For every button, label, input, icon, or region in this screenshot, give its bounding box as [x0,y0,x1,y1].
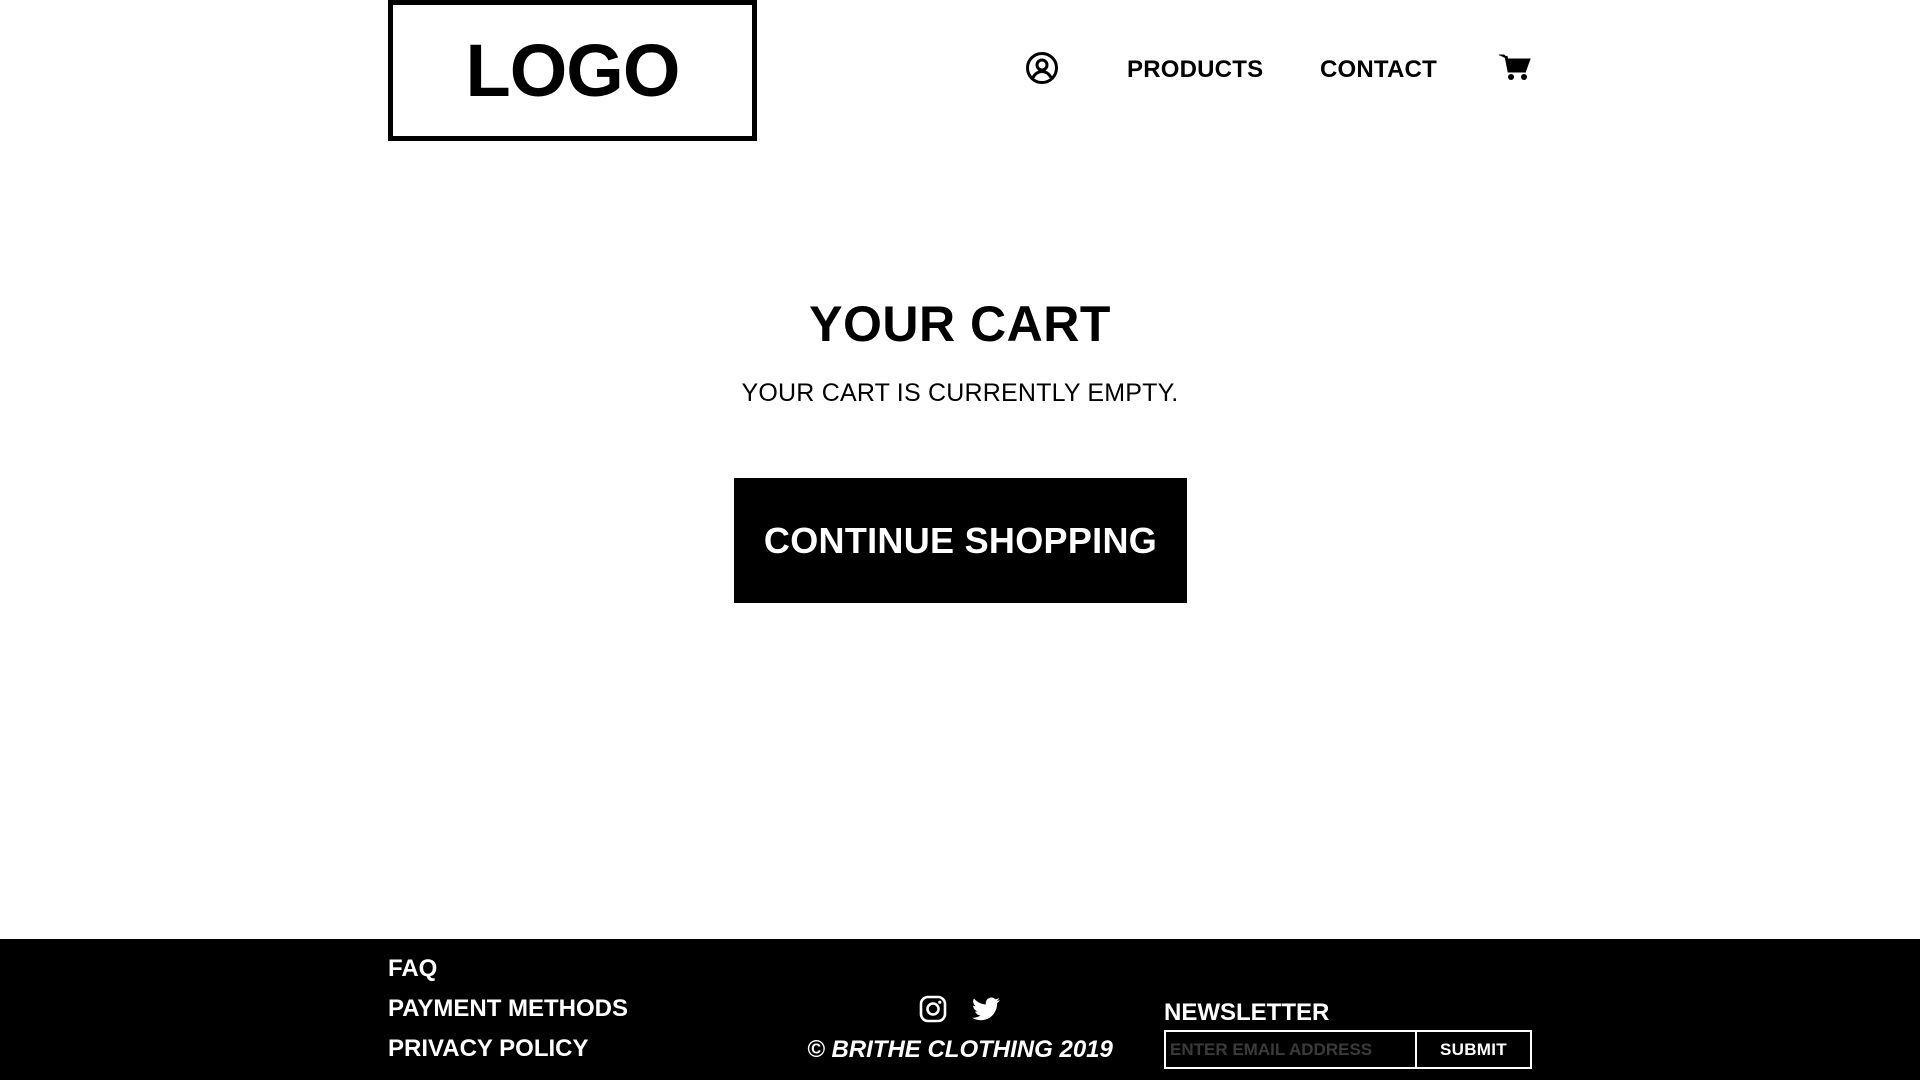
logo-text: LOGO [465,28,681,112]
empty-cart-message: YOUR CART IS CURRENTLY EMPTY. [741,379,1179,407]
nav-contact-link[interactable]: CONTACT [1320,52,1437,88]
newsletter-email-input[interactable] [1164,1030,1417,1069]
copyright-text: © BRITHE CLOTHING 2019 [0,1035,1920,1065]
user-circle-icon [1025,51,1059,90]
nav-products-link[interactable]: PRODUCTS [1127,52,1263,88]
account-button[interactable] [1024,51,1060,90]
site-footer: FAQ PAYMENT METHODS PRIVACY POLICY © BRI… [0,939,1920,1080]
cart-main: YOUR CART YOUR CART IS CURRENTLY EMPTY. … [0,141,1920,939]
copyright-label: © BRITHE CLOTHING 2019 [807,1036,1113,1063]
footer-payment-methods-link[interactable]: PAYMENT METHODS [388,994,628,1024]
newsletter-submit-button[interactable]: SUBMIT [1415,1030,1532,1069]
continue-shopping-button[interactable]: CONTINUE SHOPPING [734,478,1187,603]
cart-icon [1499,52,1531,87]
cart-button[interactable] [1498,53,1532,85]
page: LOGO PRODUCTS CONTACT YOUR CART YOUR CAR… [0,0,1920,1080]
footer-faq-link[interactable]: FAQ [388,954,437,984]
site-header: LOGO PRODUCTS CONTACT [0,0,1920,141]
page-title: YOUR CART [809,296,1111,352]
newsletter-heading: NEWSLETTER [1164,999,1330,1026]
social-links [918,994,1002,1024]
instagram-icon[interactable] [918,994,948,1024]
logo[interactable]: LOGO [388,0,757,141]
twitter-icon[interactable] [971,994,1001,1024]
